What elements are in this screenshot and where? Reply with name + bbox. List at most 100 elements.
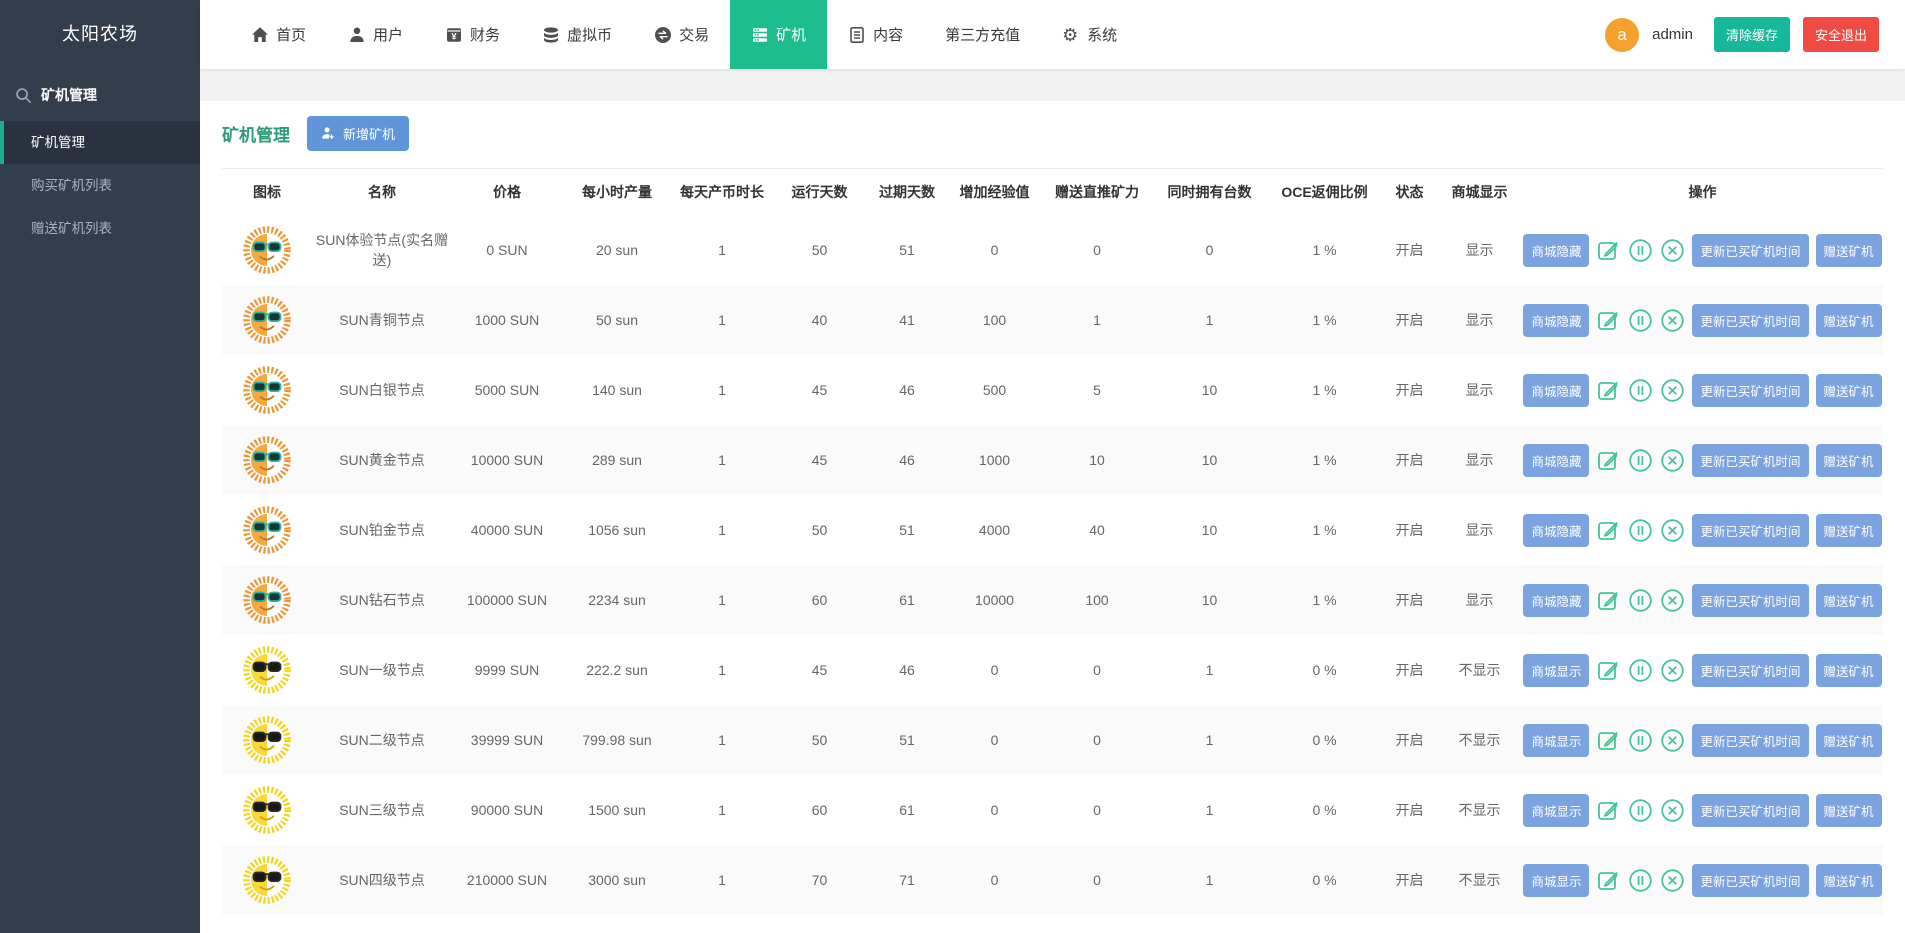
- pause-button[interactable]: [1628, 728, 1653, 753]
- gift-miner-button[interactable]: 赠送矿机: [1815, 513, 1882, 547]
- edit-button[interactable]: [1596, 518, 1621, 543]
- cell-status: 开启: [1395, 242, 1424, 258]
- cell-run_days: 50: [811, 242, 828, 258]
- cell-price: 40000 SUN: [470, 522, 544, 538]
- nav-item[interactable]: 第三方充值: [924, 0, 1041, 69]
- nav-item[interactable]: ¥ 财务: [424, 0, 521, 69]
- sidebar-item[interactable]: 赠送矿机列表: [0, 207, 200, 250]
- mall-toggle-button[interactable]: 商城显示: [1523, 793, 1590, 827]
- column-header: 每小时产量: [582, 184, 652, 200]
- clear-cache-button[interactable]: 清除缓存: [1713, 17, 1790, 52]
- pause-button[interactable]: [1628, 798, 1653, 823]
- yellow-sun-icon: [243, 646, 291, 694]
- sidebar-group-label: 矿机管理: [41, 87, 97, 103]
- delete-button[interactable]: [1660, 798, 1685, 823]
- update-time-button[interactable]: 更新已买矿机时间: [1692, 233, 1809, 267]
- edit-button[interactable]: [1596, 588, 1621, 613]
- update-time-button[interactable]: 更新已买矿机时间: [1692, 583, 1809, 617]
- nav-item[interactable]: ⚙ 系统: [1041, 0, 1138, 69]
- cell-status: 开启: [1395, 452, 1424, 468]
- gift-miner-button[interactable]: 赠送矿机: [1815, 303, 1882, 337]
- row-actions: 商城隐藏 更新已买矿机时间 赠送矿机: [1522, 233, 1883, 267]
- sidebar-item[interactable]: 矿机管理: [0, 121, 200, 164]
- cell-status: 开启: [1395, 872, 1424, 888]
- edit-button[interactable]: [1596, 658, 1621, 683]
- gift-miner-button[interactable]: 赠送矿机: [1815, 233, 1882, 267]
- gift-miner-button[interactable]: 赠送矿机: [1815, 653, 1882, 687]
- delete-button[interactable]: [1660, 588, 1685, 613]
- delete-button[interactable]: [1660, 238, 1685, 263]
- nav-item[interactable]: 首页: [230, 0, 327, 69]
- mall-toggle-button[interactable]: 商城显示: [1523, 723, 1590, 757]
- nav-item[interactable]: 交易: [633, 0, 730, 69]
- cell-expire_days: 61: [899, 592, 915, 608]
- update-time-button[interactable]: 更新已买矿机时间: [1692, 443, 1809, 477]
- cell-run_days: 50: [811, 522, 828, 538]
- nav-item-label: 内容: [873, 27, 904, 44]
- gift-miner-button[interactable]: 赠送矿机: [1815, 723, 1882, 757]
- pause-button[interactable]: [1628, 518, 1653, 543]
- edit-button[interactable]: [1596, 728, 1621, 753]
- nav-item[interactable]: 矿机: [730, 0, 828, 69]
- delete-button[interactable]: [1660, 378, 1685, 403]
- cell-mall: 显示: [1465, 592, 1494, 608]
- close-icon: [1660, 728, 1685, 753]
- mall-toggle-button[interactable]: 商城显示: [1523, 863, 1590, 897]
- nav-item[interactable]: 虚拟币: [521, 0, 633, 69]
- pause-button[interactable]: [1628, 868, 1653, 893]
- pause-button[interactable]: [1628, 378, 1653, 403]
- mall-toggle-button[interactable]: 商城隐藏: [1523, 583, 1590, 617]
- delete-button[interactable]: [1660, 448, 1685, 473]
- close-icon: [1660, 518, 1685, 543]
- edit-button[interactable]: [1596, 308, 1621, 333]
- update-time-button[interactable]: 更新已买矿机时间: [1692, 723, 1809, 757]
- edit-icon: [1596, 588, 1621, 613]
- mall-toggle-button[interactable]: 商城显示: [1523, 653, 1590, 687]
- delete-button[interactable]: [1660, 868, 1685, 893]
- navbar-right: a admin 清除缓存 安全退出: [1605, 17, 1905, 52]
- pause-button[interactable]: [1628, 238, 1653, 263]
- row-actions: 商城显示 更新已买矿机时间 赠送矿机: [1522, 723, 1883, 757]
- username[interactable]: admin: [1652, 26, 1693, 43]
- pause-icon: [1628, 868, 1653, 893]
- nav-item[interactable]: 内容: [827, 0, 924, 69]
- gift-miner-button[interactable]: 赠送矿机: [1815, 583, 1882, 617]
- mall-toggle-button[interactable]: 商城隐藏: [1523, 373, 1590, 407]
- update-time-button[interactable]: 更新已买矿机时间: [1692, 793, 1809, 827]
- delete-button[interactable]: [1660, 518, 1685, 543]
- gift-miner-button[interactable]: 赠送矿机: [1815, 373, 1882, 407]
- update-time-button[interactable]: 更新已买矿机时间: [1692, 303, 1809, 337]
- edit-button[interactable]: [1596, 448, 1621, 473]
- pause-button[interactable]: [1628, 448, 1653, 473]
- mall-toggle-button[interactable]: 商城隐藏: [1523, 233, 1590, 267]
- logout-button[interactable]: 安全退出: [1802, 17, 1879, 52]
- cell-name: SUN体验节点(实名赠送): [315, 232, 449, 268]
- pause-button[interactable]: [1628, 308, 1653, 333]
- delete-button[interactable]: [1660, 658, 1685, 683]
- nav-item[interactable]: 用户: [327, 0, 424, 69]
- mall-toggle-button[interactable]: 商城隐藏: [1523, 303, 1590, 337]
- avatar[interactable]: a: [1605, 17, 1640, 52]
- update-time-button[interactable]: 更新已买矿机时间: [1692, 863, 1809, 897]
- pause-button[interactable]: [1628, 588, 1653, 613]
- mall-toggle-button[interactable]: 商城隐藏: [1523, 443, 1590, 477]
- delete-button[interactable]: [1660, 728, 1685, 753]
- edit-icon: [1596, 658, 1621, 683]
- cell-max_own: 0: [1205, 242, 1214, 258]
- edit-button[interactable]: [1596, 378, 1621, 403]
- mall-toggle-button[interactable]: 商城隐藏: [1523, 513, 1590, 547]
- pause-button[interactable]: [1628, 658, 1653, 683]
- gift-miner-button[interactable]: 赠送矿机: [1815, 443, 1882, 477]
- delete-button[interactable]: [1660, 308, 1685, 333]
- gift-miner-button[interactable]: 赠送矿机: [1815, 863, 1882, 897]
- edit-button[interactable]: [1596, 868, 1621, 893]
- add-miner-button[interactable]: 新增矿机: [307, 116, 410, 151]
- update-time-button[interactable]: 更新已买矿机时间: [1692, 373, 1809, 407]
- update-time-button[interactable]: 更新已买矿机时间: [1692, 653, 1809, 687]
- edit-button[interactable]: [1596, 238, 1621, 263]
- gift-miner-button[interactable]: 赠送矿机: [1815, 793, 1882, 827]
- table-row: SUN铂金节点 40000 SUN 1056 sun 1 50 51 4000 40 10 1 %…: [222, 495, 1883, 565]
- update-time-button[interactable]: 更新已买矿机时间: [1692, 513, 1809, 547]
- edit-button[interactable]: [1596, 798, 1621, 823]
- sidebar-item[interactable]: 购买矿机列表: [0, 164, 200, 207]
